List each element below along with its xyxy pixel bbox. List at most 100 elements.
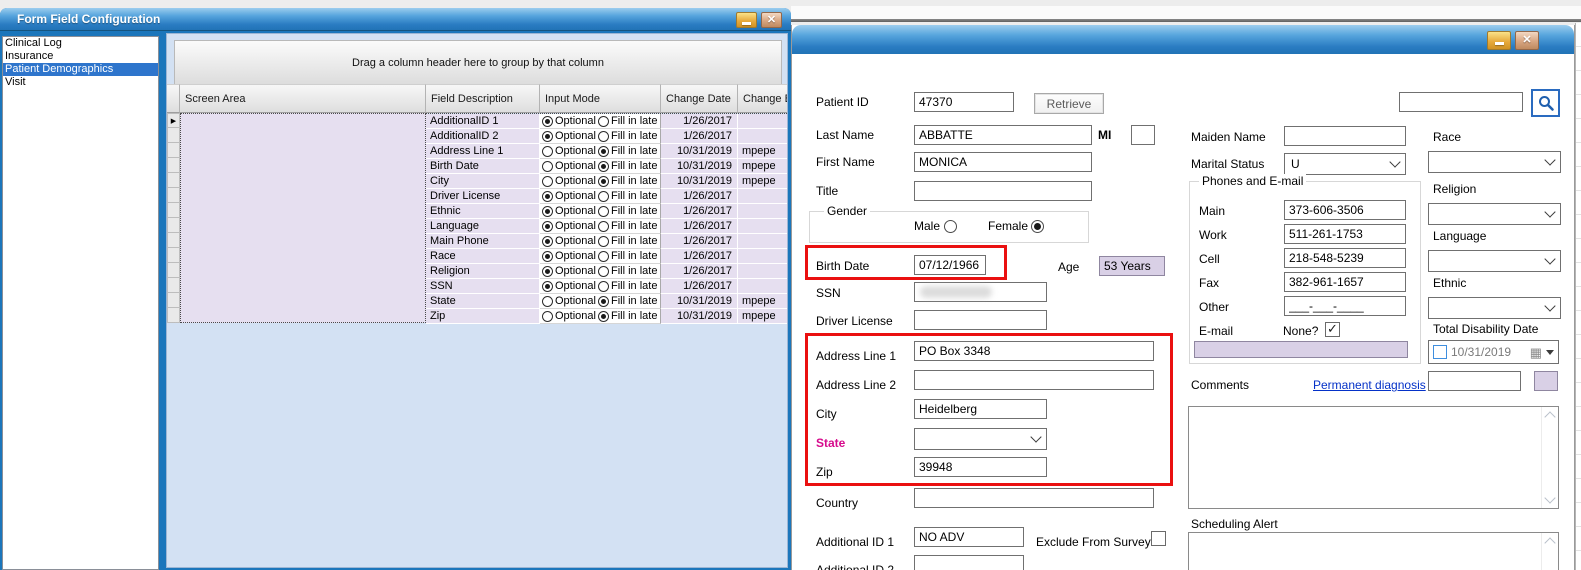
row-indicator[interactable]: [167, 158, 180, 173]
input-mode-radio-fill-in-late[interactable]: [598, 236, 609, 247]
input-mode-radio-optional[interactable]: [542, 311, 553, 322]
field-description-cell[interactable]: Race: [426, 249, 540, 264]
email-none-checkbox[interactable]: [1325, 322, 1340, 337]
work-phone-input[interactable]: [1284, 224, 1406, 244]
field-description-cell[interactable]: Language: [426, 219, 540, 234]
input-mode-radio-optional[interactable]: [542, 146, 553, 157]
language-dropdown[interactable]: [1428, 250, 1561, 272]
row-indicator[interactable]: [167, 128, 180, 143]
additional-id-1-input[interactable]: [914, 527, 1024, 547]
address-line-1-input[interactable]: [914, 341, 1154, 361]
column-header-input-mode[interactable]: Input Mode: [540, 84, 661, 113]
search-button[interactable]: [1531, 89, 1560, 117]
city-input[interactable]: [914, 399, 1047, 419]
title-input[interactable]: [914, 181, 1092, 201]
cell-phone-input[interactable]: [1284, 248, 1406, 268]
birth-date-input[interactable]: [914, 255, 986, 275]
row-indicator[interactable]: [167, 188, 180, 203]
gender-male-radio[interactable]: [944, 220, 957, 233]
first-name-input[interactable]: [914, 152, 1092, 172]
retrieve-button[interactable]: Retrieve: [1034, 93, 1104, 114]
address-line-2-input[interactable]: [914, 370, 1154, 390]
input-mode-radio-fill-in-late[interactable]: [598, 221, 609, 232]
nav-item-visit[interactable]: Visit: [3, 76, 158, 89]
field-description-cell[interactable]: Zip: [426, 309, 540, 324]
fcw-titlebar[interactable]: Form Field Configuration ✕: [0, 8, 791, 31]
additional-id-2-input[interactable]: [914, 555, 1024, 570]
country-input[interactable]: [914, 488, 1154, 508]
input-mode-radio-optional[interactable]: [542, 266, 553, 277]
input-mode-radio-optional[interactable]: [542, 236, 553, 247]
input-mode-radio-fill-in-late[interactable]: [598, 281, 609, 292]
row-indicator[interactable]: ▶: [167, 113, 180, 128]
column-header-change-date[interactable]: Change Date: [661, 84, 738, 113]
permanent-diagnosis-link[interactable]: Permanent diagnosis: [1313, 378, 1426, 392]
religion-dropdown[interactable]: [1428, 203, 1561, 225]
field-description-cell[interactable]: State: [426, 294, 540, 309]
row-indicator[interactable]: [167, 203, 180, 218]
row-indicator[interactable]: [167, 218, 180, 233]
input-mode-radio-optional[interactable]: [542, 161, 553, 172]
row-indicator[interactable]: [167, 308, 180, 323]
row-indicator[interactable]: [167, 248, 180, 263]
input-mode-radio-optional[interactable]: [542, 116, 553, 127]
input-mode-radio-fill-in-late[interactable]: [598, 176, 609, 187]
column-header-screen-area[interactable]: Screen Area: [180, 84, 426, 113]
maiden-name-input[interactable]: [1284, 126, 1406, 146]
group-by-bar[interactable]: Drag a column header here to group by th…: [174, 40, 782, 86]
row-indicator[interactable]: [167, 233, 180, 248]
driver-license-input[interactable]: [914, 310, 1047, 330]
nav-item-insurance[interactable]: Insurance: [3, 50, 158, 63]
scheduling-alert-scrollbar[interactable]: [1541, 533, 1558, 570]
row-indicator[interactable]: [167, 293, 180, 308]
field-description-cell[interactable]: Religion: [426, 264, 540, 279]
input-mode-radio-fill-in-late[interactable]: [598, 161, 609, 172]
disability-date-checkbox[interactable]: [1433, 345, 1447, 359]
column-header-change-by[interactable]: Change By: [738, 84, 788, 113]
mi-input[interactable]: [1131, 125, 1155, 145]
state-dropdown[interactable]: [914, 428, 1047, 450]
field-description-cell[interactable]: AdditionalID 2: [426, 129, 540, 144]
field-description-cell[interactable]: Driver License: [426, 189, 540, 204]
last-name-input[interactable]: [914, 125, 1092, 145]
input-mode-radio-optional[interactable]: [542, 176, 553, 187]
input-mode-radio-optional[interactable]: [542, 191, 553, 202]
comments-code-input[interactable]: [1428, 371, 1521, 391]
input-mode-radio-fill-in-late[interactable]: [598, 251, 609, 262]
row-indicator[interactable]: [167, 173, 180, 188]
input-mode-radio-optional[interactable]: [542, 281, 553, 292]
column-header-field-description[interactable]: Field Description: [426, 84, 540, 113]
race-dropdown[interactable]: [1428, 151, 1561, 173]
row-indicator[interactable]: [167, 278, 180, 293]
pw-minimize-button[interactable]: [1487, 31, 1511, 50]
zip-input[interactable]: [914, 457, 1047, 477]
input-mode-radio-fill-in-late[interactable]: [598, 311, 609, 322]
fax-input[interactable]: [1284, 272, 1406, 292]
patient-id-input[interactable]: [914, 92, 1014, 112]
input-mode-radio-fill-in-late[interactable]: [598, 296, 609, 307]
scheduling-alert-textarea[interactable]: [1189, 533, 1541, 570]
nav-item-patient-demographics[interactable]: Patient Demographics: [3, 63, 158, 76]
row-indicator[interactable]: [167, 143, 180, 158]
comments-scrollbar[interactable]: [1541, 407, 1558, 508]
pw-titlebar[interactable]: ✕: [792, 25, 1574, 55]
gender-female-radio[interactable]: [1031, 220, 1044, 233]
field-description-cell[interactable]: SSN: [426, 279, 540, 294]
main-phone-input[interactable]: [1284, 200, 1406, 220]
input-mode-radio-fill-in-late[interactable]: [598, 146, 609, 157]
field-description-cell[interactable]: Birth Date: [426, 159, 540, 174]
row-indicator[interactable]: [167, 263, 180, 278]
field-description-cell[interactable]: AdditionalID 1: [426, 114, 540, 129]
total-disability-datepicker[interactable]: 10/31/2019 ▦: [1428, 340, 1559, 364]
marital-status-dropdown[interactable]: U: [1284, 153, 1406, 175]
input-mode-radio-fill-in-late[interactable]: [598, 206, 609, 217]
other-phone-input[interactable]: [1284, 296, 1406, 316]
close-button[interactable]: ✕: [761, 12, 782, 28]
minimize-button[interactable]: [736, 12, 757, 28]
input-mode-radio-fill-in-late[interactable]: [598, 191, 609, 202]
input-mode-radio-optional[interactable]: [542, 296, 553, 307]
input-mode-radio-optional[interactable]: [542, 251, 553, 262]
screen-area-group-cell[interactable]: [180, 113, 426, 323]
search-input[interactable]: [1399, 92, 1523, 112]
comments-textarea[interactable]: [1189, 407, 1541, 508]
